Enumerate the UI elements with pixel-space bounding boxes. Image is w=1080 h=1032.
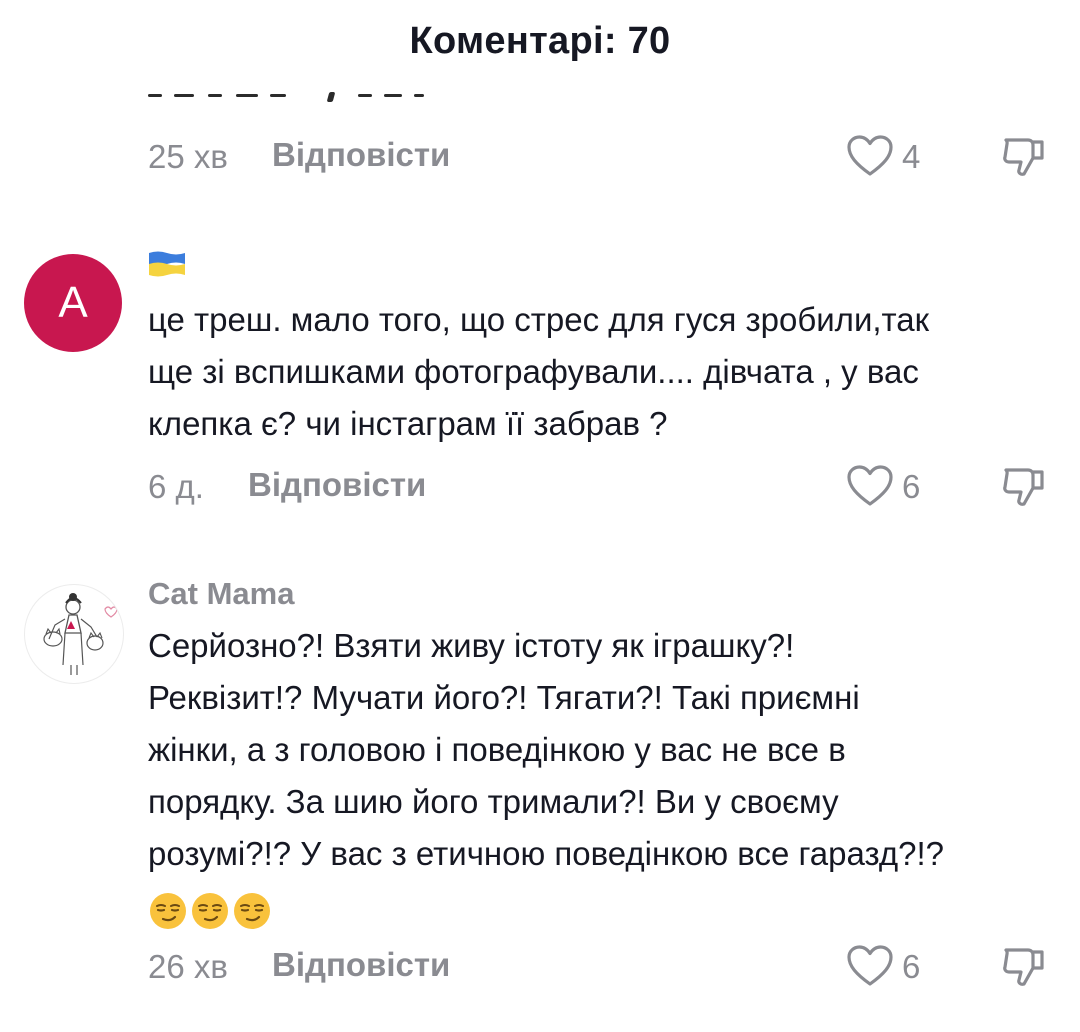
like-count: 4 bbox=[902, 138, 921, 175]
smirking-face-emoji bbox=[232, 891, 272, 931]
comment-text-line: це треш. мало того, що стрес для гуся зр… bbox=[148, 301, 930, 338]
comments-header: Коментарі: 70 bbox=[0, 0, 1080, 84]
comment-text-line: Серйозно?! Взяти живу істоту як іграшку?… bbox=[148, 627, 795, 664]
comment-text-line: клепка є? чи інстаграм її забрав ? bbox=[148, 405, 668, 442]
reply-button[interactable]: Відповісти bbox=[248, 466, 426, 504]
reply-button[interactable]: Відповісти bbox=[272, 946, 450, 984]
dislike-button[interactable] bbox=[1000, 942, 1048, 992]
comment-text-line: жінки, а з головою і поведінкою у вас не… bbox=[148, 731, 846, 768]
smirking-face-emoji bbox=[190, 891, 230, 931]
smirking-face-emoji bbox=[148, 891, 188, 931]
emoji-row bbox=[148, 880, 1048, 932]
like-count: 6 bbox=[902, 468, 921, 505]
comment-time: 6 д. bbox=[148, 468, 204, 505]
like-button[interactable]: 6 bbox=[846, 942, 946, 992]
reply-button[interactable]: Відповісти bbox=[272, 136, 450, 174]
thumbs-down-icon bbox=[1003, 468, 1044, 506]
thumbs-down-icon bbox=[1003, 138, 1044, 176]
like-button[interactable]: 4 bbox=[846, 132, 946, 182]
comment-text-line: Реквізит!? Мучати його?! Тягати?! Такі п… bbox=[148, 679, 860, 716]
like-count: 6 bbox=[902, 948, 921, 985]
comment-text-line: ще зі вспишками фотографували.... дівчат… bbox=[148, 353, 919, 390]
heart-outline-icon bbox=[847, 945, 893, 986]
dislike-button[interactable] bbox=[1000, 462, 1048, 512]
comment-actions-row: 6 д. Відповісти 6 bbox=[148, 462, 1048, 512]
avatar[interactable] bbox=[24, 584, 124, 684]
comment-text: Серйозно?! Взяти живу істоту як іграшку?… bbox=[148, 620, 1048, 932]
comment-text-line: розумі?!? У вас з етичною поведінкою все… bbox=[148, 835, 945, 872]
heart-outline-icon bbox=[847, 465, 893, 506]
comment-time: 25 хв bbox=[148, 138, 228, 175]
ukraine-flag-icon bbox=[148, 250, 186, 278]
heart-outline-icon bbox=[847, 135, 893, 176]
dislike-button[interactable] bbox=[1000, 132, 1048, 182]
thumbs-down-icon bbox=[1003, 948, 1044, 986]
comment-actions-row: 25 хв Відповісти 4 bbox=[148, 132, 1048, 182]
like-button[interactable]: 6 bbox=[846, 462, 946, 512]
avatar[interactable]: A bbox=[24, 254, 122, 352]
truncated-comment-text bbox=[148, 84, 448, 106]
comments-count-title: Коментарі: 70 bbox=[409, 20, 671, 62]
comment-time: 26 хв bbox=[148, 948, 228, 985]
username[interactable]: Cat Mama bbox=[148, 576, 294, 612]
comment-actions-row: 26 хв Відповісти 6 bbox=[148, 942, 1048, 992]
comment-text: це треш. мало того, що стрес для гуся зр… bbox=[148, 294, 1048, 450]
comment-text-line: порядку. За шию його тримали?! Ви у своє… bbox=[148, 783, 839, 820]
